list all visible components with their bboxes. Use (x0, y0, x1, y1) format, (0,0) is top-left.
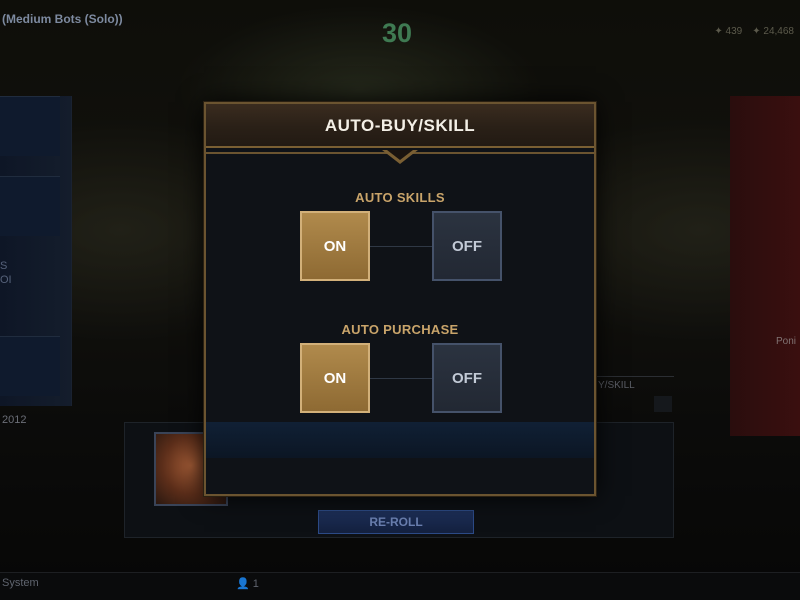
auto-skills-label: AUTO SKILLS (355, 190, 445, 205)
left-team-text: OI (0, 274, 12, 286)
auto-buy-skill-open-button[interactable]: Y/SKILL (596, 376, 674, 394)
left-team-panel: S OI (0, 96, 72, 406)
auto-skills-on-button[interactable]: ON (300, 211, 370, 281)
header-notch-ornament-inner (387, 150, 413, 160)
pick-timer: 30 (382, 18, 413, 48)
currency-display: ✦ 439 ✦ 24,468 (714, 26, 794, 37)
auto-purchase-on-button[interactable]: ON (300, 343, 370, 413)
dialog-footer-band (206, 422, 594, 458)
left-team-slot (0, 96, 60, 156)
toggle-connector (370, 246, 432, 247)
dialog-header: AUTO-BUY/SKILL (206, 104, 594, 148)
toggle-connector (370, 378, 432, 379)
reroll-button[interactable]: RE-ROLL (318, 510, 474, 534)
left-team-slot (0, 176, 60, 236)
bottom-bar (0, 572, 800, 600)
game-mode-title: (Medium Bots (Solo)) (2, 12, 123, 26)
currency-b: ✦ 24,468 (752, 26, 794, 37)
left-team-text: S (0, 260, 8, 272)
right-player-name: Poni (775, 336, 796, 347)
system-chat-tab[interactable]: System (2, 577, 39, 589)
year-text: 2012 (2, 414, 27, 426)
user-count: 👤 1 (236, 578, 259, 590)
auto-purchase-label: AUTO PURCHASE (341, 322, 459, 337)
auto-purchase-off-button[interactable]: OFF (432, 343, 502, 413)
auto-skills-off-button[interactable]: OFF (432, 211, 502, 281)
dialog-title: AUTO-BUY/SKILL (324, 116, 476, 135)
left-team-slot (0, 336, 60, 396)
right-team-panel (730, 96, 800, 436)
currency-a: ✦ 439 (714, 26, 743, 37)
chevron-up-icon[interactable] (654, 396, 672, 412)
auto-buy-skill-dialog: AUTO-BUY/SKILL AUTO SKILLS ON OFF AUTO P… (204, 102, 596, 496)
